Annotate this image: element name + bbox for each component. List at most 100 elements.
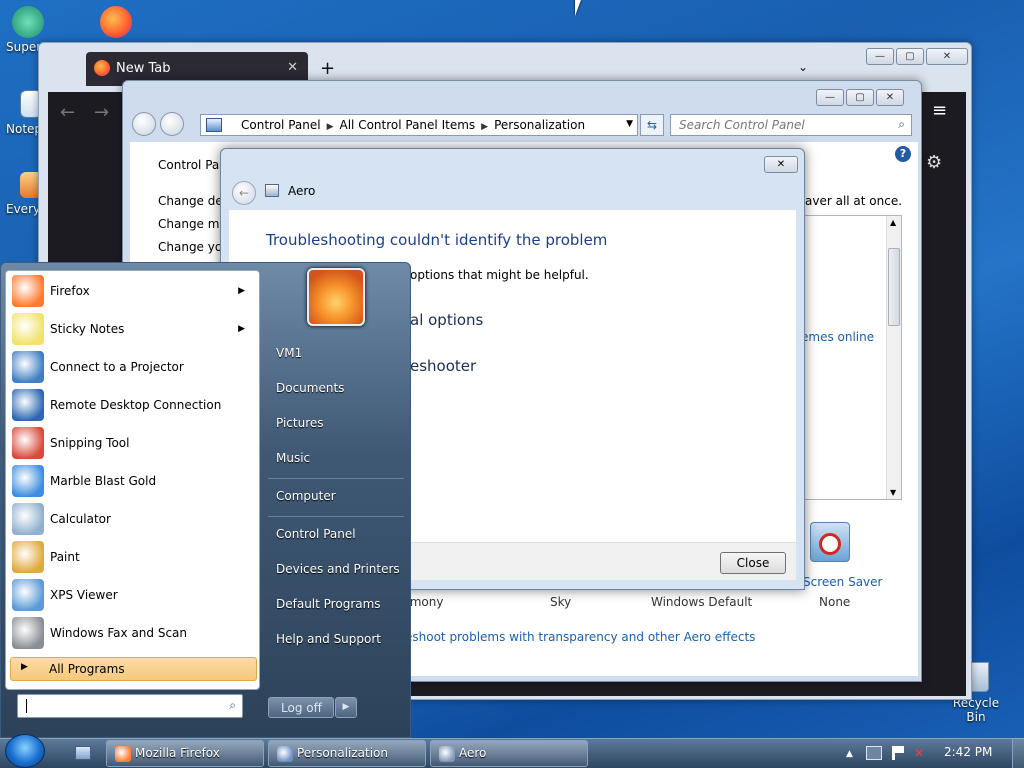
taskbar-button-label: Aero: [459, 746, 487, 760]
close-button[interactable]: ✕: [876, 89, 904, 106]
start-program-item[interactable]: Remote Desktop Connection: [8, 387, 255, 423]
close-button[interactable]: Close: [720, 552, 786, 574]
cp-sidebar-home[interactable]: Control Pan: [158, 158, 227, 172]
cp-back-button[interactable]: [132, 112, 156, 136]
maximize-button[interactable]: ▢: [846, 89, 874, 106]
start-program-item[interactable]: Snipping Tool: [8, 425, 255, 461]
taskbar-app-icon: [439, 746, 455, 762]
minimize-button[interactable]: —: [816, 89, 844, 106]
program-label: XPS Viewer: [50, 588, 118, 602]
theme-sky-label[interactable]: Sky: [550, 595, 571, 609]
forward-arrow-icon[interactable]: →: [94, 102, 109, 123]
super-icon: [12, 6, 44, 38]
start-program-item[interactable]: Firefox ▶: [8, 273, 255, 309]
minimize-button[interactable]: —: [866, 48, 894, 65]
start-right-help-support[interactable]: Help and Support: [276, 632, 381, 646]
program-label: Remote Desktop Connection: [50, 398, 222, 412]
dialog-body-text: options that might be helpful.: [410, 268, 589, 282]
firefox-desktop-icon[interactable]: [100, 6, 132, 38]
program-icon: [12, 351, 44, 383]
start-program-item[interactable]: Connect to a Projector: [8, 349, 255, 385]
start-right-control-panel[interactable]: Control Panel: [276, 527, 356, 541]
recycle-bin-label: Recycle Bin: [952, 696, 1000, 724]
submenu-arrow-icon[interactable]: ▶: [238, 324, 245, 334]
all-programs-label: All Programs: [49, 662, 125, 676]
start-right-computer[interactable]: Computer: [276, 489, 336, 503]
hamburger-menu-icon[interactable]: ≡: [932, 100, 947, 121]
show-desktop-button[interactable]: [1012, 738, 1024, 768]
theme-windows-default-label[interactable]: Windows Default: [651, 595, 752, 609]
start-search-input[interactable]: ⌕: [17, 694, 243, 718]
cp-forward-button[interactable]: [160, 112, 184, 136]
maximize-button[interactable]: ▢: [896, 48, 924, 65]
dialog-option-additional[interactable]: al options: [410, 311, 483, 329]
control-panel-icon: [206, 118, 222, 132]
cp-sidebar-desktop-icons[interactable]: Change des: [158, 194, 229, 208]
taskbar-button[interactable]: Personalization: [268, 740, 426, 767]
start-right-vm1[interactable]: VM1: [276, 346, 302, 360]
volume-muted-icon[interactable]: ✕: [914, 746, 930, 760]
program-icon: [12, 427, 44, 459]
taskbar-button[interactable]: Mozilla Firefox: [106, 740, 264, 767]
tray-overflow-icon[interactable]: ▲: [846, 749, 853, 759]
submenu-arrow-icon[interactable]: ▶: [238, 286, 245, 296]
start-program-item[interactable]: XPS Viewer: [8, 577, 255, 613]
scroll-down-icon[interactable]: ▼: [890, 488, 896, 497]
new-tab-button[interactable]: +: [320, 58, 335, 79]
user-avatar[interactable]: [307, 268, 365, 326]
help-icon[interactable]: ?: [895, 146, 911, 162]
aero-icon: [265, 184, 279, 197]
program-label: Connect to a Projector: [50, 360, 184, 374]
search-control-panel-input[interactable]: Search Control Panel ⌕: [670, 114, 912, 136]
breadcrumb-control-panel[interactable]: Control Panel: [241, 118, 321, 132]
start-right-default-programs[interactable]: Default Programs: [276, 597, 381, 611]
desktop-icon-label: Super: [6, 40, 42, 54]
start-program-item[interactable]: Sticky Notes ▶: [8, 311, 255, 347]
close-button[interactable]: ✕: [926, 48, 968, 65]
aero-troubleshoot-link[interactable]: eshoot problems with transparency and ot…: [405, 630, 755, 644]
gear-icon[interactable]: ⚙: [926, 152, 942, 173]
shutdown-options-arrow-icon[interactable]: ▶: [335, 697, 357, 718]
start-button[interactable]: [5, 734, 45, 768]
address-bar[interactable]: Control Panel ▶ All Control Panel Items ▶ Pe…: [200, 114, 638, 136]
start-program-item[interactable]: Marble Blast Gold: [8, 463, 255, 499]
log-off-button[interactable]: Log off: [268, 697, 334, 718]
program-icon: [12, 313, 44, 345]
cp-sidebar-mouse-pointers[interactable]: Change mo: [158, 217, 227, 231]
screen-saver-label[interactable]: Screen Saver: [803, 575, 882, 589]
desktop-icon-label: Notep: [6, 122, 43, 136]
all-programs-button[interactable]: ▶ All Programs: [10, 657, 257, 681]
tab-list-button[interactable]: ⌄: [798, 60, 808, 74]
refresh-icon[interactable]: ⇆: [640, 114, 664, 136]
search-icon[interactable]: ⌕: [229, 698, 236, 713]
taskbar-clock[interactable]: 2:42 PM: [944, 745, 992, 759]
dialog-close-button[interactable]: ✕: [764, 156, 798, 173]
start-right-documents[interactable]: Documents: [276, 381, 344, 395]
start-right-pictures[interactable]: Pictures: [276, 416, 324, 430]
taskbar-app-icon: [115, 746, 131, 762]
close-tab-icon[interactable]: ✕: [287, 60, 298, 75]
start-right-devices-printers[interactable]: Devices and Printers: [276, 562, 400, 576]
dialog-title: Aero: [288, 184, 316, 198]
program-icon: [12, 617, 44, 649]
address-dropdown-icon[interactable]: ▼: [626, 119, 633, 129]
start-right-music[interactable]: Music: [276, 451, 310, 465]
start-program-item[interactable]: Windows Fax and Scan: [8, 615, 255, 651]
back-arrow-icon[interactable]: ←: [60, 102, 75, 123]
start-program-item[interactable]: Paint: [8, 539, 255, 575]
show-desktop-switch-icon[interactable]: [75, 746, 91, 760]
arrow-right-icon: ▶: [21, 662, 28, 672]
theme-none-label[interactable]: None: [819, 595, 850, 609]
scrollbar-thumb[interactable]: [888, 248, 900, 326]
breadcrumb-all-items[interactable]: All Control Panel Items: [340, 118, 476, 132]
dialog-option-troubleshooter[interactable]: eshooter: [410, 357, 476, 375]
scroll-up-icon[interactable]: ▲: [890, 218, 896, 227]
network-icon[interactable]: [866, 746, 882, 760]
get-more-themes-link[interactable]: emes online: [801, 330, 874, 344]
start-program-item[interactable]: Calculator: [8, 501, 255, 537]
dialog-back-button[interactable]: ←: [232, 181, 256, 205]
search-icon: ⌕: [898, 117, 905, 131]
theme-list-scrollbar[interactable]: ▲ ▼: [886, 216, 901, 499]
taskbar-button[interactable]: Aero: [430, 740, 588, 767]
breadcrumb-personalization[interactable]: Personalization: [494, 118, 585, 132]
